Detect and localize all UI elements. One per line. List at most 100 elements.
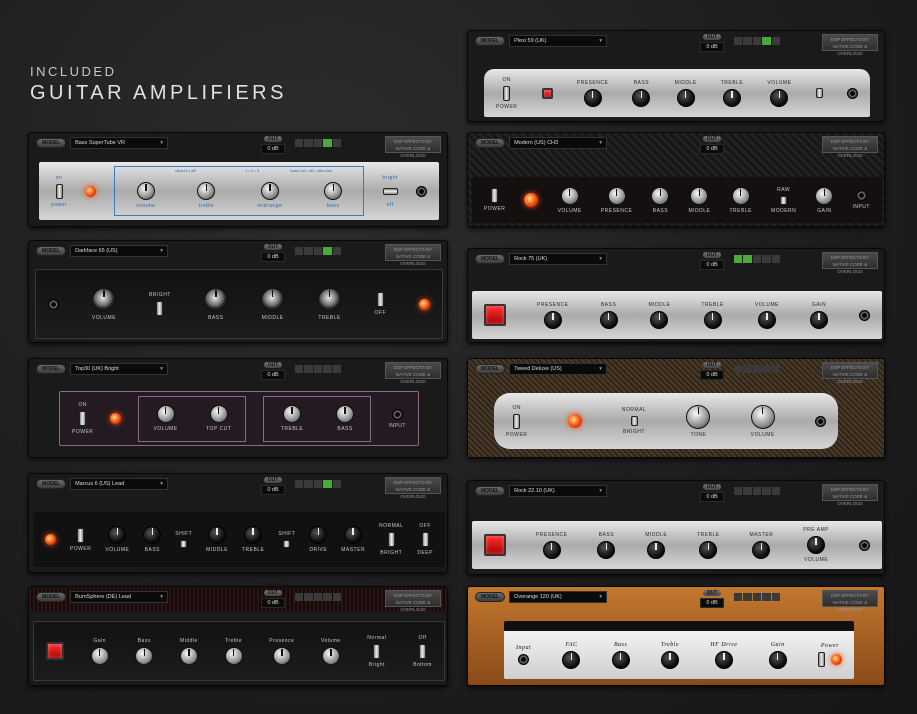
bass-knob[interactable]	[597, 540, 616, 559]
middle-knob[interactable]	[208, 526, 227, 544]
treble-knob[interactable]	[699, 540, 718, 559]
mode-switch[interactable]	[780, 195, 788, 205]
bass-shift-switch[interactable]	[180, 540, 188, 548]
treble-knob[interactable]	[731, 186, 750, 205]
volume-knob[interactable]	[750, 404, 775, 429]
middle-knob[interactable]	[647, 540, 666, 559]
power-switch[interactable]	[55, 183, 63, 199]
bright-switch[interactable]	[387, 532, 395, 547]
bass-knob[interactable]	[336, 405, 355, 423]
out-button[interactable]: OUT	[263, 362, 283, 368]
power-switch[interactable]	[491, 188, 499, 203]
out-button[interactable]: OUT	[702, 362, 722, 368]
presence-knob[interactable]	[543, 310, 562, 329]
hf-drive-knob[interactable]	[714, 650, 733, 669]
master-knob[interactable]	[344, 526, 363, 544]
treble-knob[interactable]	[722, 88, 741, 107]
power-switch[interactable]	[513, 413, 521, 429]
model-select[interactable]: Tweed Deluxe (US) ▾	[509, 363, 608, 375]
model-select[interactable]: Plexi 59 (UK) ▾	[509, 35, 608, 47]
presence-knob[interactable]	[583, 88, 602, 107]
model-select[interactable]: Marcus 6 (US) Lead ▾	[70, 478, 169, 490]
model-button[interactable]: MODEL	[36, 138, 67, 148]
bass-knob[interactable]	[203, 287, 228, 312]
treble-knob[interactable]	[660, 650, 679, 669]
model-select[interactable]: Darkface 65 (US) ▾	[70, 245, 169, 257]
bass-knob[interactable]	[651, 186, 670, 205]
power-switch[interactable]	[79, 411, 87, 426]
power-button[interactable]	[46, 642, 64, 660]
power-switch[interactable]	[376, 292, 384, 307]
model-select[interactable]: Overange 120 (UK) ▾	[509, 591, 608, 603]
bright-switch[interactable]	[156, 301, 164, 316]
power-button[interactable]	[484, 534, 506, 556]
input-jack[interactable]	[415, 185, 427, 197]
top-cut-knob[interactable]	[209, 405, 228, 423]
power-switch[interactable]	[503, 85, 511, 101]
middle-knob[interactable]	[650, 310, 669, 329]
bass-knob[interactable]	[599, 310, 618, 329]
bass-knob[interactable]	[143, 526, 162, 544]
treble-knob[interactable]	[703, 310, 722, 329]
volume-knob[interactable]	[757, 310, 776, 329]
model-button[interactable]: MODEL	[475, 138, 506, 148]
out-button[interactable]: OUT	[702, 252, 722, 258]
input-switch[interactable]	[815, 88, 823, 98]
out-button[interactable]: OUT	[702, 136, 722, 142]
input-jack[interactable]	[518, 654, 530, 665]
volume-knob[interactable]	[136, 181, 155, 200]
power-button[interactable]	[484, 304, 506, 326]
out-button[interactable]: OUT	[702, 34, 722, 40]
volume-knob[interactable]	[108, 526, 127, 544]
treble-shift-switch[interactable]	[283, 540, 291, 548]
middle-knob[interactable]	[179, 646, 198, 665]
power-switch[interactable]	[77, 527, 85, 543]
model-select[interactable]: BurnSphere (DE) Lead ▾	[70, 591, 169, 603]
volume-knob[interactable]	[560, 186, 579, 205]
model-button[interactable]: MODEL	[36, 246, 67, 256]
drive-knob[interactable]	[309, 526, 328, 544]
input-jack[interactable]	[814, 415, 826, 427]
model-select[interactable]: Modern (US) CH3 ▾	[509, 137, 608, 149]
gain-knob[interactable]	[815, 186, 834, 205]
input-jack[interactable]	[48, 298, 59, 310]
model-select[interactable]: Top30 (UK) Bright ▾	[70, 363, 169, 375]
bass-knob[interactable]	[135, 646, 154, 665]
bright-switch[interactable]	[382, 187, 398, 195]
model-select[interactable]: Bass SuperTube VR ▾	[70, 137, 169, 149]
out-button[interactable]: OUT	[263, 590, 283, 596]
volume-knob[interactable]	[91, 287, 116, 312]
out-button[interactable]: OUT	[263, 136, 283, 142]
gain-knob[interactable]	[90, 646, 109, 665]
gain-knob[interactable]	[810, 310, 828, 329]
middle-knob[interactable]	[690, 186, 709, 205]
input-jack[interactable]	[855, 190, 867, 201]
out-button[interactable]: OUT	[702, 484, 722, 490]
treble-knob[interactable]	[224, 646, 243, 665]
midrange-knob[interactable]	[260, 181, 279, 200]
input-jack[interactable]	[859, 309, 870, 321]
deep-switch[interactable]	[421, 532, 429, 547]
treble-knob[interactable]	[197, 181, 216, 200]
master-knob[interactable]	[752, 540, 771, 559]
treble-knob[interactable]	[283, 405, 302, 423]
bright-switch[interactable]	[630, 416, 638, 426]
treble-knob[interactable]	[317, 287, 342, 312]
input-jack[interactable]	[391, 408, 403, 420]
bass-knob[interactable]	[632, 88, 651, 107]
gain-knob[interactable]	[768, 650, 787, 669]
power-switch[interactable]	[817, 652, 825, 667]
out-button[interactable]: OUT	[702, 590, 722, 596]
model-button[interactable]: MODEL	[475, 36, 506, 46]
volume-knob[interactable]	[321, 646, 340, 665]
bottom-switch[interactable]	[418, 643, 426, 659]
model-select[interactable]: Rock 22.10 (UK) ▾	[509, 485, 608, 497]
presence-knob[interactable]	[272, 646, 291, 665]
model-select[interactable]: Rock 75 (UK) ▾	[509, 253, 608, 265]
model-button[interactable]: MODEL	[475, 254, 506, 264]
tone-knob[interactable]	[686, 404, 711, 429]
out-button[interactable]: OUT	[263, 477, 283, 483]
volume-knob[interactable]	[770, 88, 789, 107]
middle-knob[interactable]	[676, 88, 695, 107]
model-button[interactable]: MODEL	[36, 364, 67, 374]
